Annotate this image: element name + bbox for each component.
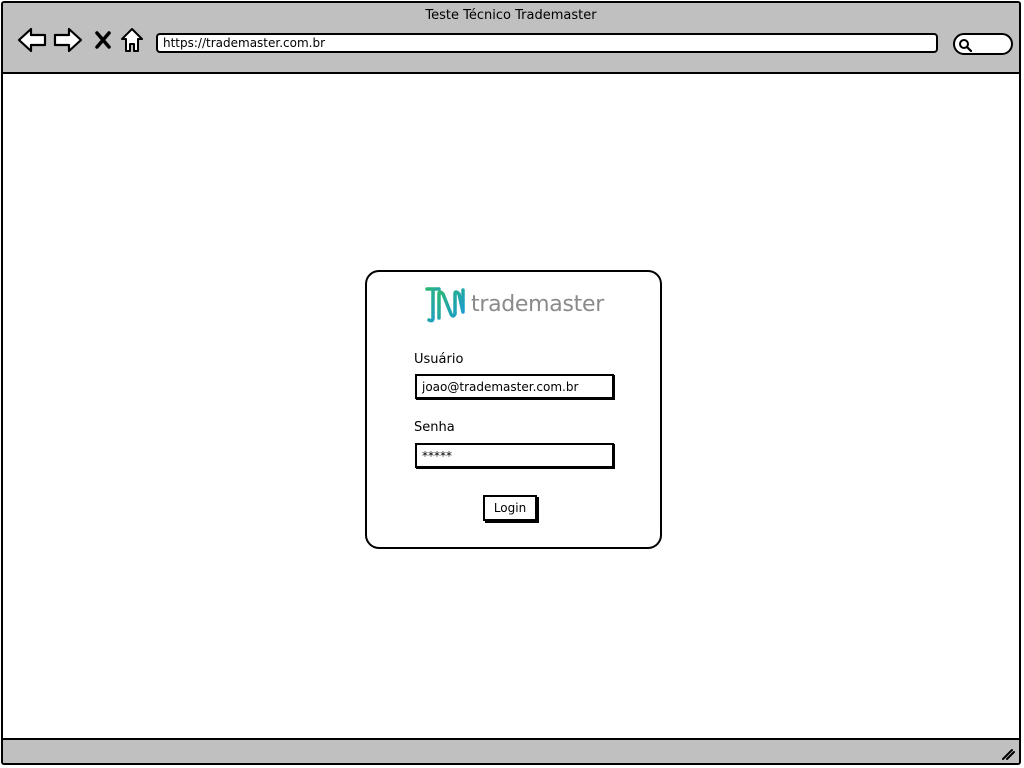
resize-grip-icon[interactable] [1001,746,1015,760]
password-label: Senha [414,420,455,435]
search-icon [959,39,972,52]
browser-titlebar: Teste Técnico Trademaster https://tradem… [3,3,1019,74]
page-content: trademaster Usuário Senha Login [3,74,1019,742]
logo-text: trademaster [471,291,604,317]
status-bar [3,738,1019,763]
close-icon [95,31,111,49]
browser-window: Teste Técnico Trademaster https://tradem… [1,1,1021,765]
username-input[interactable] [415,374,614,399]
back-button[interactable] [17,25,47,55]
login-card: trademaster Usuário Senha Login [365,270,662,549]
trademaster-logo-mark-icon [425,287,465,323]
stop-button[interactable] [89,25,117,55]
home-icon [121,28,143,52]
forward-arrow-icon [53,27,83,53]
address-bar[interactable]: https://trademaster.com.br [156,33,938,53]
password-input[interactable] [415,443,614,468]
window-title: Teste Técnico Trademaster [425,8,597,23]
login-button[interactable]: Login [483,495,537,521]
username-label: Usuário [414,352,464,367]
search-field[interactable] [953,33,1013,55]
home-button[interactable] [118,25,146,55]
back-arrow-icon [17,27,47,53]
trademaster-logo: trademaster [425,284,604,324]
forward-button[interactable] [53,25,83,55]
